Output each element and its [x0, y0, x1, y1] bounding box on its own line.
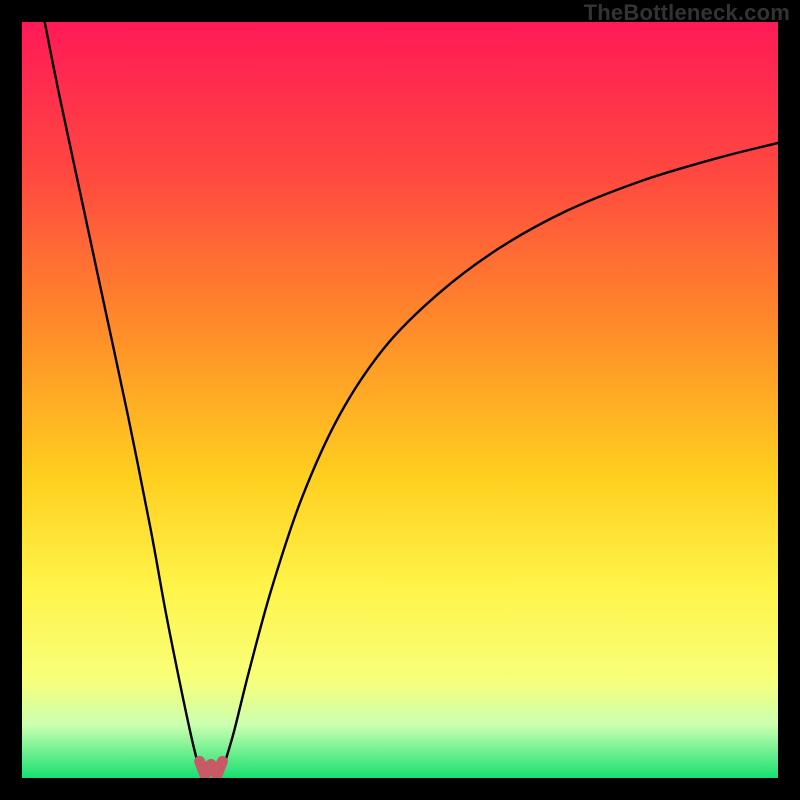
watermark-text: TheBottleneck.com: [584, 0, 790, 26]
chart-frame: [22, 22, 778, 778]
chart-background: [22, 22, 778, 778]
valley-bump: [200, 761, 223, 775]
chart-svg: [22, 22, 778, 778]
